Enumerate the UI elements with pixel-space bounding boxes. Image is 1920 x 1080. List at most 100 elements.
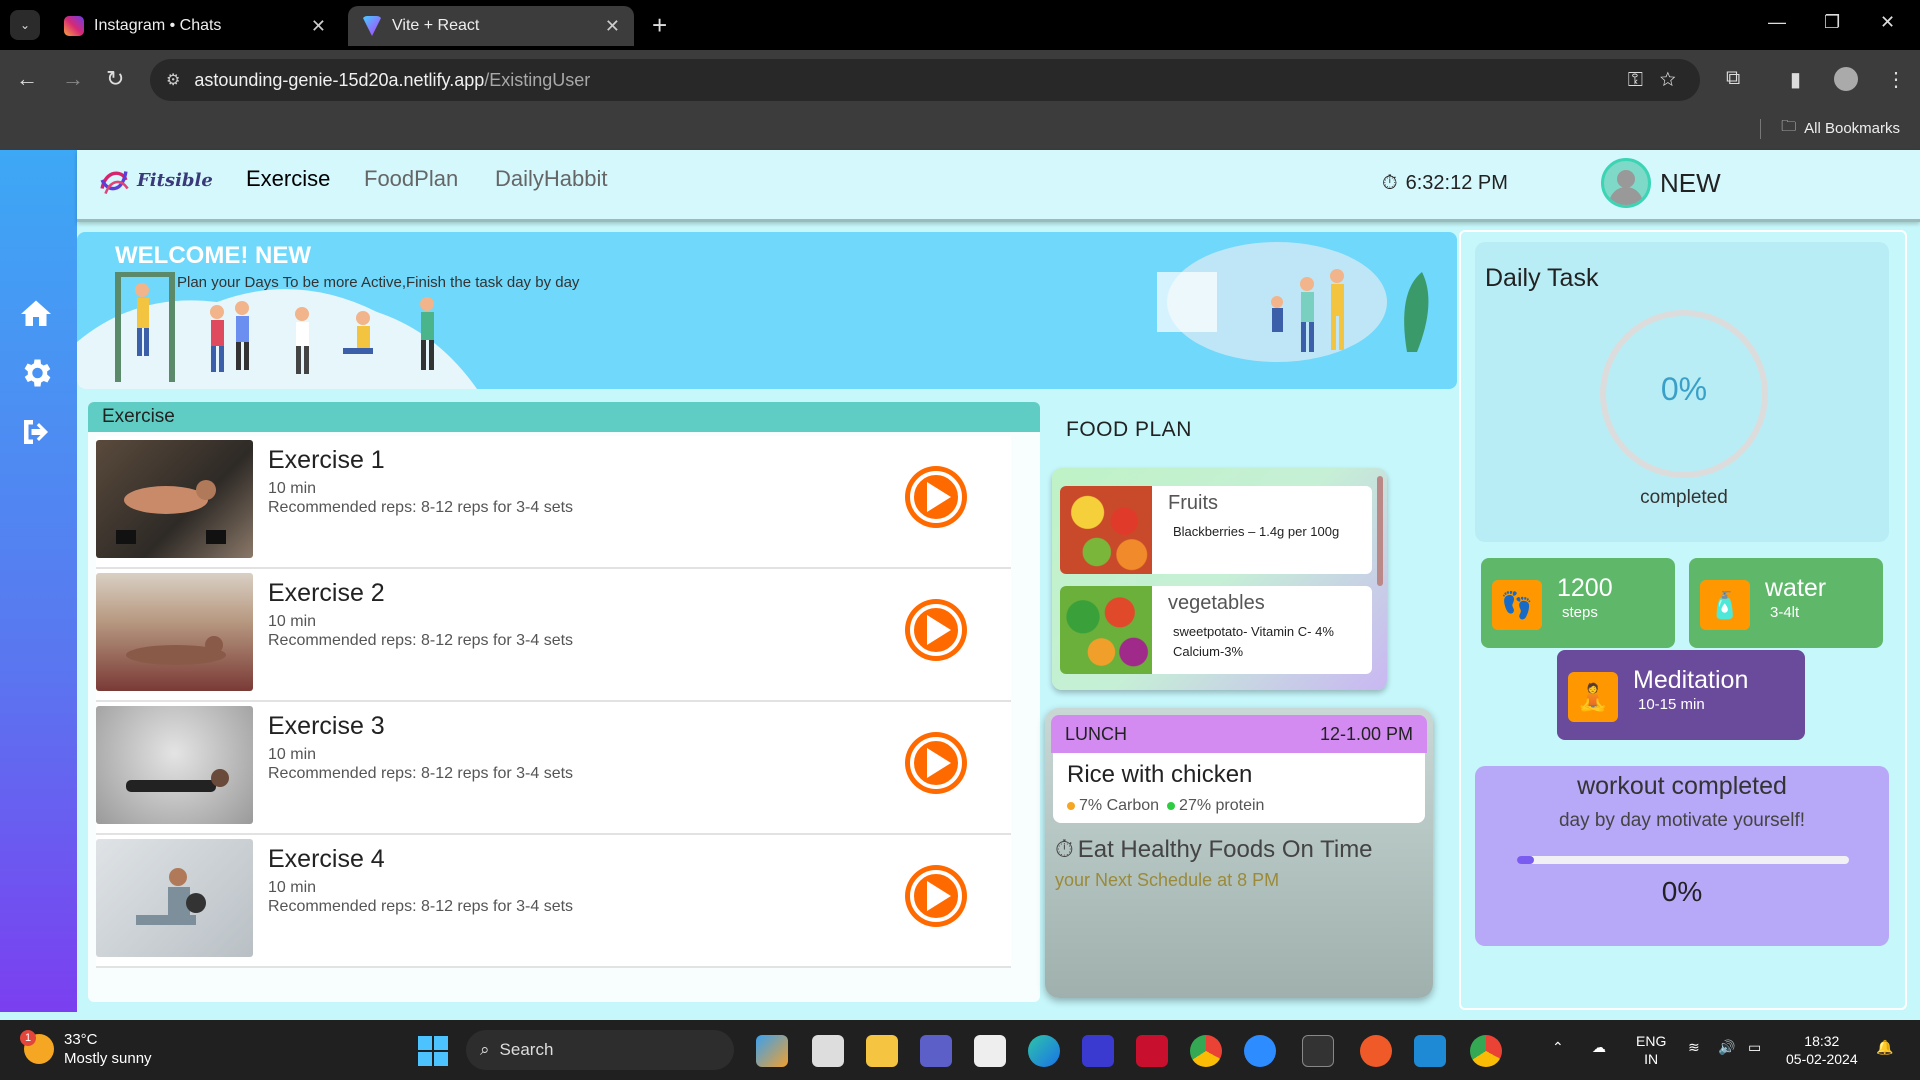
reminder-title: ⏱ Eat Healthy Foods On Time	[1055, 836, 1373, 864]
vegetables-image	[1060, 586, 1152, 674]
battery-icon[interactable]: ▭	[1748, 1038, 1761, 1056]
workout-card: workout completed day by day motivate yo…	[1475, 766, 1889, 946]
minimize-button[interactable]: —	[1768, 12, 1786, 33]
app-header: Fitsible Exercise FoodPlan DailyHabbit ⏱…	[77, 150, 1920, 222]
water-card[interactable]: 🧴 water 3-4lt	[1689, 558, 1883, 648]
close-icon[interactable]: ✕	[605, 16, 620, 37]
protein-dot	[1167, 802, 1176, 810]
chrome-active-icon[interactable]	[1470, 1035, 1502, 1067]
exercise-duration: 10 min	[268, 613, 317, 630]
progress-percent: 0%	[1660, 371, 1708, 407]
new-tab-button[interactable]: +	[652, 10, 667, 41]
mcafee-icon[interactable]	[1136, 1035, 1168, 1067]
restore-button[interactable]: ❐	[1824, 12, 1840, 33]
user-avatar[interactable]	[1601, 158, 1651, 208]
username: NEW	[1660, 168, 1721, 198]
nav-foodplan[interactable]: FoodPlan	[364, 166, 458, 192]
play-button[interactable]	[905, 732, 967, 794]
extensions-icon[interactable]: ⧉	[1726, 67, 1740, 90]
nav-exercise[interactable]: Exercise	[246, 166, 330, 192]
store-icon[interactable]	[974, 1035, 1006, 1067]
food-item[interactable]: Fruits Blackberries – 1.4g per 100g	[1060, 486, 1372, 574]
food-desc: Blackberries – 1.4g per 100g	[1173, 524, 1340, 539]
task-view-icon[interactable]	[812, 1035, 844, 1067]
weather-desc: Mostly sunny	[64, 1050, 152, 1067]
exercise-item[interactable]: Exercise 1 10 min Recommended reps: 8-12…	[96, 436, 1011, 569]
copilot-icon[interactable]	[756, 1035, 788, 1067]
chevron-up-icon[interactable]: ⌃	[1552, 1038, 1564, 1056]
food-desc: sweetpotato- Vitamin C- 4% Calcium-3%	[1173, 624, 1334, 659]
volume-icon[interactable]: 🔊	[1718, 1038, 1735, 1056]
language-indicator[interactable]: ENG IN	[1636, 1032, 1666, 1068]
browser-tab-bar: ⌄ Instagram • Chats ✕ Vite + React ✕ + —…	[0, 0, 1920, 50]
close-window-button[interactable]: ✕	[1880, 12, 1895, 33]
bookmarks-bar[interactable]: 🗀 All Bookmarks	[1760, 116, 1900, 141]
workout-progress-bar	[1517, 856, 1849, 864]
system-clock[interactable]: 18:32 05-02-2024	[1786, 1032, 1858, 1068]
profile-avatar[interactable]	[1834, 67, 1858, 91]
reload-button[interactable]: ↻	[106, 66, 124, 92]
zoom-icon[interactable]	[1244, 1035, 1276, 1067]
cloud-icon[interactable]: ☁	[1592, 1038, 1606, 1056]
exercise-item[interactable]: Exercise 2 10 min Recommended reps: 8-12…	[96, 569, 1011, 702]
back-button[interactable]: ←	[16, 66, 38, 92]
play-button[interactable]	[905, 599, 967, 661]
star-icon[interactable]: ☆	[1660, 69, 1676, 91]
vscode-icon[interactable]	[1414, 1035, 1446, 1067]
food-item[interactable]: vegetables sweetpotato- Vitamin C- 4% Ca…	[1060, 586, 1372, 674]
terminal-icon[interactable]	[1302, 1035, 1334, 1067]
exercise-thumbnail	[96, 706, 253, 824]
wifi-icon[interactable]: ≋	[1688, 1038, 1700, 1056]
close-icon[interactable]: ✕	[311, 16, 326, 37]
exercise-name: Exercise 4	[268, 845, 385, 873]
exercise-item[interactable]: Exercise 4 10 min Recommended reps: 8-12…	[96, 835, 1011, 968]
app-icon[interactable]	[1082, 1035, 1114, 1067]
food-list[interactable]: Fruits Blackberries – 1.4g per 100g vege…	[1052, 468, 1387, 690]
key-icon[interactable]: ⚿	[1628, 69, 1643, 91]
water-value: water	[1765, 574, 1827, 602]
meditation-card[interactable]: 🧘 Meditation 10-15 min	[1557, 650, 1805, 740]
address-bar[interactable]: ⚙ astounding-genie-15d20a.netlify.app/Ex…	[150, 59, 1700, 101]
notification-bell-icon[interactable]: 🔔	[1876, 1038, 1893, 1056]
avatar-body	[1609, 187, 1643, 205]
tab-search-button[interactable]: ⌄	[10, 10, 40, 40]
exercise-thumbnail	[96, 573, 253, 691]
tab-vite-react[interactable]: Vite + React ✕	[348, 6, 634, 46]
play-button[interactable]	[905, 466, 967, 528]
steps-card[interactable]: 👣 1200 steps	[1481, 558, 1675, 648]
clock-date: 05-02-2024	[1786, 1051, 1858, 1067]
edge-icon[interactable]	[1028, 1035, 1060, 1067]
exercise-reps: Recommended reps: 8-12 reps for 3-4 sets	[268, 632, 574, 649]
welcome-banner: WELCOME! NEW Plan your Days To be more A…	[77, 232, 1457, 389]
postman-icon[interactable]	[1360, 1035, 1392, 1067]
lunch-header: LUNCH 12-1.00 PM	[1051, 715, 1427, 753]
taskbar-search[interactable]: ⌕ Search	[466, 1030, 734, 1070]
forward-button[interactable]: →	[62, 66, 84, 92]
water-label: 3-4lt	[1770, 604, 1800, 621]
site-settings-icon[interactable]: ⚙	[166, 70, 180, 90]
play-button[interactable]	[905, 865, 967, 927]
chrome-icon[interactable]	[1190, 1035, 1222, 1067]
vite-icon	[362, 16, 382, 36]
meal-dish: Rice with chicken	[1067, 761, 1253, 788]
welcome-subtitle: Plan your Days To be more Active,Finish …	[177, 274, 580, 291]
carb-dot	[1067, 802, 1075, 810]
windows-start-icon[interactable]	[418, 1036, 448, 1066]
tab-instagram[interactable]: Instagram • Chats ✕	[50, 6, 340, 46]
meal-label: LUNCH	[1065, 723, 1128, 744]
brand-logo[interactable]: Fitsible	[97, 162, 213, 198]
teams-icon[interactable]	[920, 1035, 952, 1067]
sidepanel-icon[interactable]: ▮	[1790, 67, 1801, 92]
exercise-item[interactable]: Exercise 3 10 min Recommended reps: 8-12…	[96, 702, 1011, 835]
scrollbar[interactable]	[1377, 476, 1383, 586]
home-icon[interactable]	[18, 296, 58, 336]
menu-icon[interactable]: ⋮	[1886, 67, 1906, 92]
workout-progress-fill	[1517, 856, 1534, 864]
file-explorer-icon[interactable]	[866, 1035, 898, 1067]
settings-gear-icon[interactable]	[18, 355, 58, 395]
weather-widget[interactable]: 1 33°C Mostly sunny	[20, 1030, 152, 1068]
logo-mark-icon	[100, 171, 129, 195]
nav-dailyhabbit[interactable]: DailyHabbit	[495, 166, 608, 192]
logout-icon[interactable]	[18, 414, 58, 454]
exercise-heading: Exercise	[88, 402, 1040, 432]
